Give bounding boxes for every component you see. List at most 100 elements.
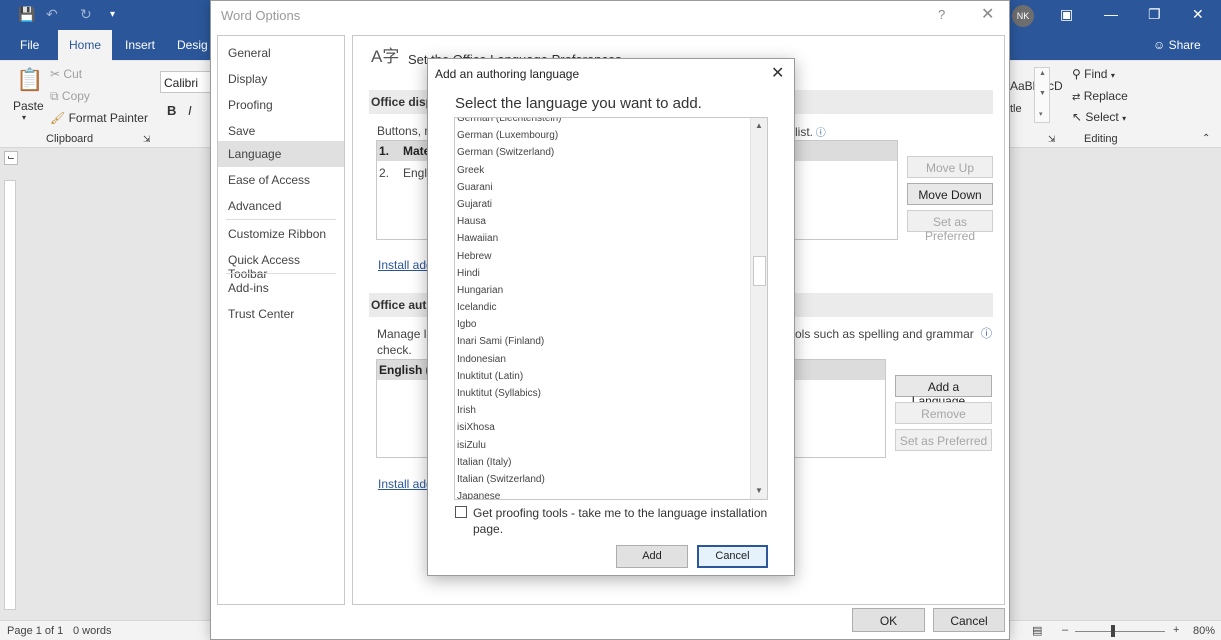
language-option[interactable]: Hungarian (455, 282, 750, 299)
info-icon[interactable]: ⓘ (981, 325, 992, 341)
list-scrollbar[interactable]: ▲ ▼ (750, 118, 767, 499)
add-language-button[interactable]: Add a Language... (895, 375, 992, 408)
authoring-description-line2: check. (377, 343, 412, 357)
nav-advanced[interactable]: Advanced (218, 193, 344, 219)
paste-icon[interactable]: 📋 (16, 67, 43, 93)
bold-button[interactable]: B (167, 103, 176, 118)
language-option[interactable]: isiXhosa (455, 419, 750, 436)
language-option[interactable]: Inari Sami (Finland) (455, 333, 750, 350)
ok-button[interactable]: OK (852, 608, 925, 632)
install-proofing-link[interactable]: Install add (378, 477, 433, 491)
nav-customize-ribbon[interactable]: Customize Ribbon (218, 221, 344, 247)
tab-insert[interactable]: Insert (125, 38, 155, 52)
paste-dropdown-icon[interactable]: ▾ (22, 113, 26, 122)
language-option[interactable]: isiZulu (455, 437, 750, 454)
scroll-thumb[interactable] (753, 256, 766, 286)
tab-selector-icon[interactable]: ⌙ (4, 151, 18, 165)
set-preferred-authoring-button[interactable]: Set as Preferred (895, 429, 992, 451)
select-button[interactable]: ↖ Select ▾ (1072, 110, 1126, 124)
language-option[interactable]: Hebrew (455, 248, 750, 265)
tab-file[interactable]: File (20, 38, 39, 52)
language-option[interactable]: Hausa (455, 213, 750, 230)
language-option[interactable]: German (Switzerland) (455, 144, 750, 161)
zoom-level[interactable]: 80% (1193, 625, 1215, 637)
language-option[interactable]: Guarani (455, 179, 750, 196)
zoom-slider-thumb[interactable] (1111, 625, 1115, 637)
language-option[interactable]: German (Liechtenstein) (455, 118, 750, 127)
language-option[interactable]: Icelandic (455, 299, 750, 316)
nav-trust-center[interactable]: Trust Center (218, 301, 344, 327)
save-icon[interactable]: 💾 (18, 6, 35, 23)
nav-ease-of-access[interactable]: Ease of Access (218, 167, 344, 193)
styles-scroll[interactable]: ▲ ▼ ▾ (1034, 67, 1050, 123)
language-option[interactable]: Inuktitut (Latin) (455, 368, 750, 385)
redo-icon[interactable]: ↻ (80, 6, 92, 23)
info-icon[interactable]: ⓘ (813, 128, 826, 139)
language-option[interactable]: German (Luxembourg) (455, 127, 750, 144)
find-button[interactable]: ⚲ Find ▾ (1072, 67, 1115, 81)
move-up-button[interactable]: Move Up (907, 156, 993, 178)
minimize-icon[interactable]: — (1104, 6, 1118, 22)
italic-button[interactable]: I (188, 103, 192, 118)
language-option[interactable]: Greek (455, 162, 750, 179)
nav-add-ins[interactable]: Add-ins (218, 275, 344, 301)
language-option[interactable]: Japanese (455, 488, 750, 499)
font-name-box[interactable]: Calibri (Bo (160, 71, 212, 93)
view-mode-icon[interactable]: ▤ (1032, 624, 1042, 637)
nav-display[interactable]: Display (218, 66, 344, 92)
replace-button[interactable]: ⇄ Replace (1072, 89, 1128, 103)
styles-launcher-icon[interactable]: ⇲ (1048, 134, 1056, 145)
zoom-in-button[interactable]: + (1173, 624, 1179, 636)
remove-button[interactable]: Remove (895, 402, 992, 424)
language-option[interactable]: Indonesian (455, 351, 750, 368)
collapse-ribbon-icon[interactable]: ⌃ (1202, 133, 1210, 144)
cut-button[interactable]: ✂ Cut (50, 67, 82, 81)
language-option[interactable]: Hindi (455, 265, 750, 282)
nav-language[interactable]: Language (218, 141, 344, 167)
tab-home[interactable]: Home (58, 30, 112, 61)
close-icon[interactable]: ✕ (771, 63, 784, 83)
restore-icon[interactable]: ❐ (1148, 6, 1161, 23)
nav-proofing[interactable]: Proofing (218, 92, 344, 118)
language-option[interactable]: Gujarati (455, 196, 750, 213)
ribbon-display-icon[interactable]: ▣ (1060, 6, 1073, 23)
add-button[interactable]: Add (616, 545, 688, 568)
paste-button[interactable]: Paste (13, 99, 44, 113)
help-icon[interactable]: ? (938, 7, 945, 22)
language-option[interactable]: Italian (Italy) (455, 454, 750, 471)
styles-down-icon[interactable]: ▼ (1039, 90, 1046, 97)
close-icon[interactable]: ✕ (981, 4, 994, 24)
set-preferred-display-button[interactable]: Set as Preferred (907, 210, 993, 243)
scroll-down-icon[interactable]: ▼ (751, 483, 767, 499)
language-list[interactable]: German (Liechtenstein) German (Luxembourg… (454, 117, 768, 500)
language-option[interactable]: Hawaiian (455, 230, 750, 247)
language-option[interactable]: Igbo (455, 316, 750, 333)
share-button[interactable]: ☺ Share (1153, 38, 1201, 52)
proofing-tools-checkbox[interactable] (455, 506, 467, 518)
copy-button[interactable]: ⧉ Copy (50, 89, 90, 104)
zoom-out-button[interactable]: – (1062, 624, 1068, 636)
tab-design[interactable]: Desig (177, 38, 208, 52)
install-display-language-link[interactable]: Install add (378, 258, 433, 272)
language-option[interactable]: Italian (Switzerland) (455, 471, 750, 488)
proofing-tools-label[interactable]: Get proofing tools - take me to the lang… (473, 505, 773, 537)
scroll-up-icon[interactable]: ▲ (751, 118, 767, 134)
language-option[interactable]: Irish (455, 402, 750, 419)
styles-more-icon[interactable]: ▾ (1039, 110, 1043, 118)
avatar[interactable]: NK (1012, 5, 1034, 27)
zoom-slider-track[interactable] (1075, 631, 1165, 632)
styles-up-icon[interactable]: ▲ (1039, 70, 1046, 77)
clipboard-launcher-icon[interactable]: ⇲ (143, 134, 151, 145)
undo-icon[interactable]: ↶ (46, 6, 58, 23)
language-option[interactable]: Inuktitut (Syllabics) (455, 385, 750, 402)
nav-quick-access-toolbar[interactable]: Quick Access Toolbar (218, 247, 344, 281)
customize-qat-icon[interactable]: ▾ (110, 9, 115, 20)
cancel-button[interactable]: Cancel (697, 545, 768, 568)
nav-general[interactable]: General (218, 40, 344, 66)
move-down-button[interactable]: Move Down (907, 183, 993, 205)
close-window-icon[interactable]: ✕ (1192, 6, 1204, 23)
format-painter-button[interactable]: 🖌 Format Painter (50, 111, 148, 125)
cancel-button[interactable]: Cancel (933, 608, 1005, 632)
word-count[interactable]: 0 words (73, 625, 112, 637)
page-count[interactable]: Page 1 of 1 (7, 625, 63, 637)
